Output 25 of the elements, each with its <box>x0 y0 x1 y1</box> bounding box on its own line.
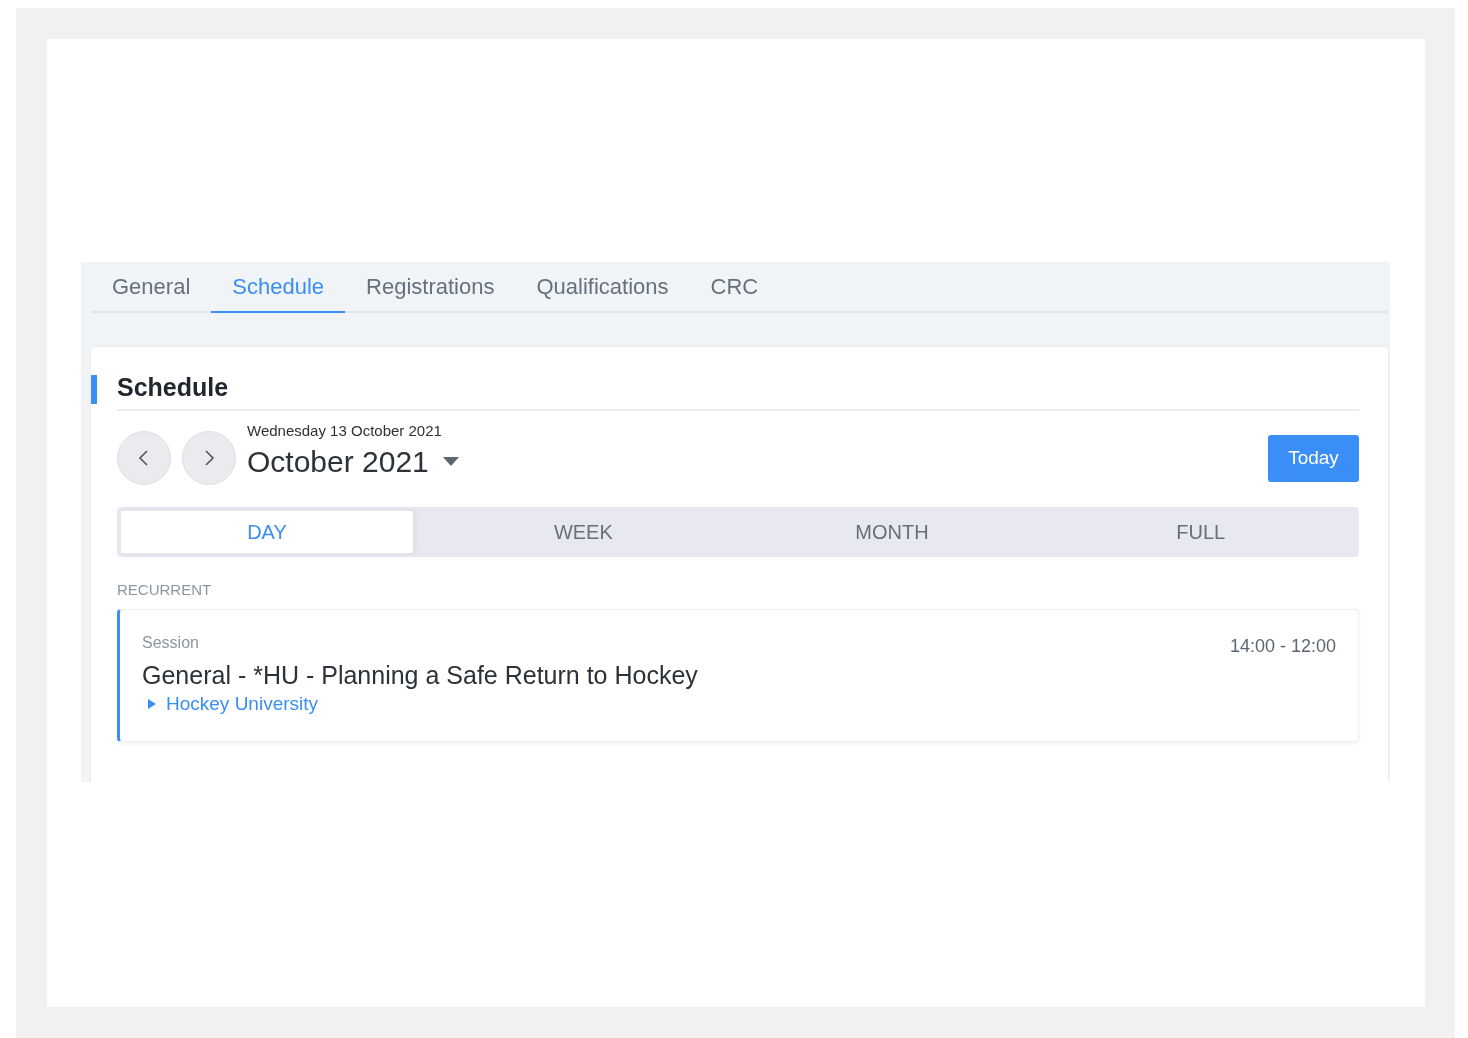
view-mode-tab[interactable]: DAY <box>121 511 413 553</box>
organization-link[interactable]: Hockey University <box>166 693 319 715</box>
tab[interactable]: CRC <box>689 262 780 313</box>
month-dropdown[interactable]: October 2021 <box>247 444 459 479</box>
previous-button[interactable] <box>117 431 171 485</box>
tab[interactable]: Schedule <box>211 262 346 313</box>
event-time: 14:00 - 12:00 <box>1229 636 1336 658</box>
section-title: Schedule <box>117 373 230 403</box>
current-date: Wednesday 13 October 2021 <box>247 421 443 439</box>
caret-icon <box>442 457 459 466</box>
tab[interactable]: Registrations <box>345 262 516 313</box>
chevron-right-icon <box>202 449 216 467</box>
view-mode-tab[interactable]: FULL <box>1046 511 1355 553</box>
group-heading: RECURRENT <box>117 581 213 598</box>
tab[interactable]: General <box>91 262 212 313</box>
next-button[interactable] <box>182 431 236 485</box>
view-mode-tab[interactable]: MONTH <box>737 511 1047 553</box>
tab[interactable]: Qualifications <box>515 262 690 313</box>
event-title: General - *HU - Planning a Safe Return to Hockey <box>142 661 699 690</box>
view-mode-tab[interactable]: WEEK <box>429 511 738 553</box>
today-button[interactable]: Today <box>1268 434 1359 482</box>
event-type: Session <box>142 634 200 652</box>
event-card[interactable]: Session General - *HU - Planning a Safe Return to Hockey Hockey University 14:00 - 12:00 <box>117 609 1359 742</box>
chevron-left-icon <box>137 449 151 467</box>
triangle-icon <box>148 699 156 709</box>
